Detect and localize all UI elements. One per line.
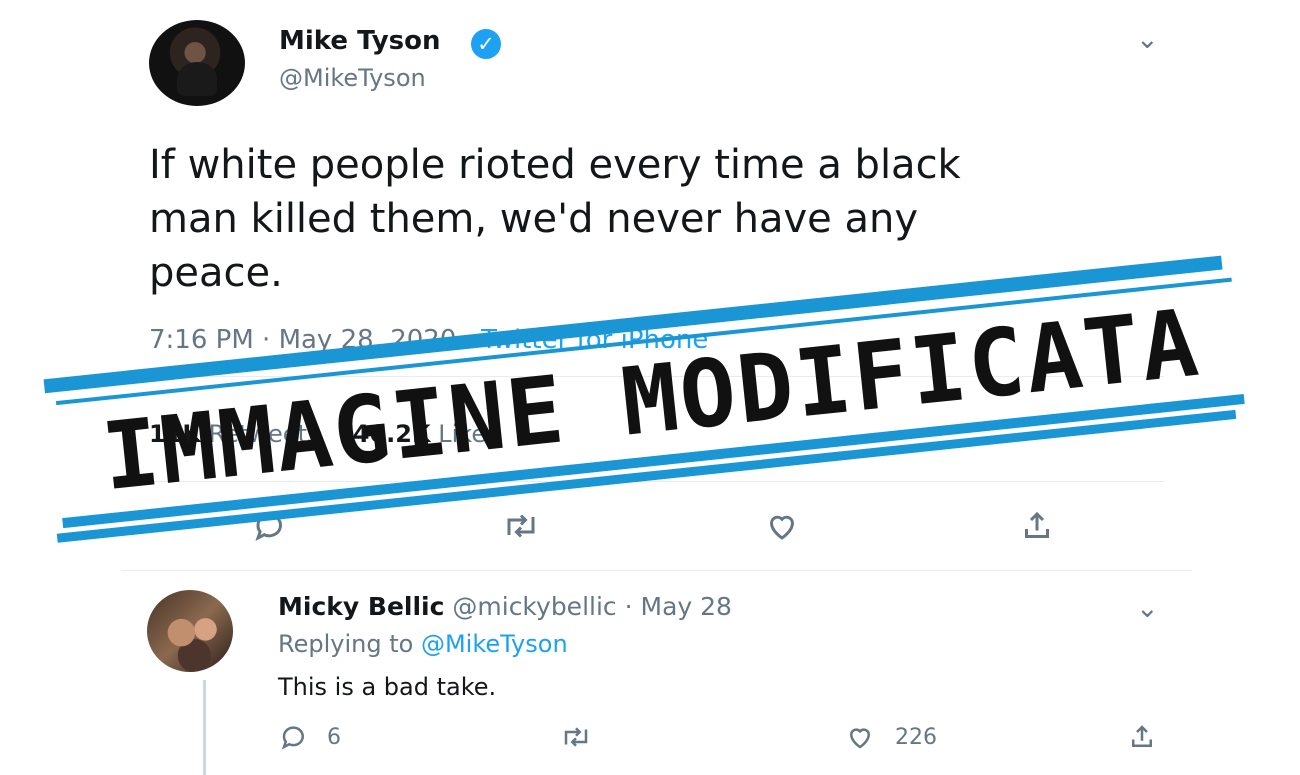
reply-text: This is a bad take. <box>278 673 497 701</box>
meta-separator: · <box>464 325 482 355</box>
reply-button[interactable] <box>252 508 288 544</box>
retweet-icon <box>507 514 535 538</box>
share-icon <box>1025 511 1049 538</box>
tweet-author-name[interactable]: Mike Tyson <box>279 26 441 56</box>
tweet-text: If white people rioted every time a blac… <box>149 142 961 296</box>
divider <box>149 376 1164 377</box>
like-icon <box>849 728 871 749</box>
tweet-date: May 28, 2020 <box>278 325 457 355</box>
stamp-text: IMMAGINE MODIFICATA <box>98 289 1205 512</box>
retweet-button[interactable] <box>500 508 542 544</box>
thread-line <box>203 680 206 775</box>
reply-author-handle[interactable]: @mickybellic <box>452 592 616 621</box>
reply-date[interactable]: May 28 <box>641 592 732 621</box>
stamp-bottom-stripe <box>62 393 1245 529</box>
reply-like-count: 226 <box>895 724 937 750</box>
reply-like-button[interactable]: 226 <box>843 722 937 752</box>
share-button[interactable] <box>1018 508 1056 544</box>
likes-count[interactable]: 40.2K <box>353 420 431 448</box>
replying-to-handle[interactable]: @MikeTyson <box>421 630 568 658</box>
tweet-time: 7:16 PM <box>149 325 254 355</box>
tweet-source-link[interactable]: Twitter for iPhone <box>481 325 708 355</box>
reply-count: 6 <box>327 724 341 750</box>
mike-tyson-avatar[interactable] <box>149 20 245 106</box>
tweet-author-handle[interactable]: @MikeTyson <box>279 64 426 92</box>
like-button[interactable] <box>762 508 802 544</box>
reply-icon <box>255 513 282 542</box>
reply-chevron-down-icon[interactable]: ⌄ <box>1136 595 1159 622</box>
like-icon <box>769 515 795 540</box>
reply-share-button[interactable] <box>1126 722 1158 752</box>
replying-prefix: Replying to <box>278 630 414 658</box>
reply-reply-button[interactable]: 6 <box>279 722 341 752</box>
chevron-down-icon[interactable]: ⌄ <box>1136 26 1159 53</box>
reply-author-name[interactable]: Micky Bellic <box>278 592 444 621</box>
micky-bellic-avatar[interactable] <box>147 590 233 672</box>
divider <box>149 481 1164 482</box>
reply-retweet-button[interactable] <box>558 722 594 752</box>
reply-header: Micky Bellic @mickybellic · May 28 <box>278 592 732 621</box>
likes-label[interactable]: Likes <box>438 420 498 448</box>
retweet-icon <box>564 727 588 747</box>
tweet-meta: 7:16 PM · May 28, 2020 · Twitter for iPh… <box>149 325 708 355</box>
replying-to: Replying to @MikeTyson <box>278 630 568 658</box>
verified-icon: ✓ <box>471 29 501 59</box>
retweets-count[interactable]: 11K <box>149 420 201 448</box>
tweet-separator <box>122 570 1192 571</box>
reply-meta-separator: · <box>624 592 641 621</box>
share-icon <box>1132 725 1152 747</box>
tweet-stats: 11K Retweets 40.2K Likes <box>149 420 499 448</box>
reply-icon <box>281 726 304 750</box>
meta-separator: · <box>262 325 279 355</box>
retweets-label[interactable]: Retweets <box>209 420 320 448</box>
